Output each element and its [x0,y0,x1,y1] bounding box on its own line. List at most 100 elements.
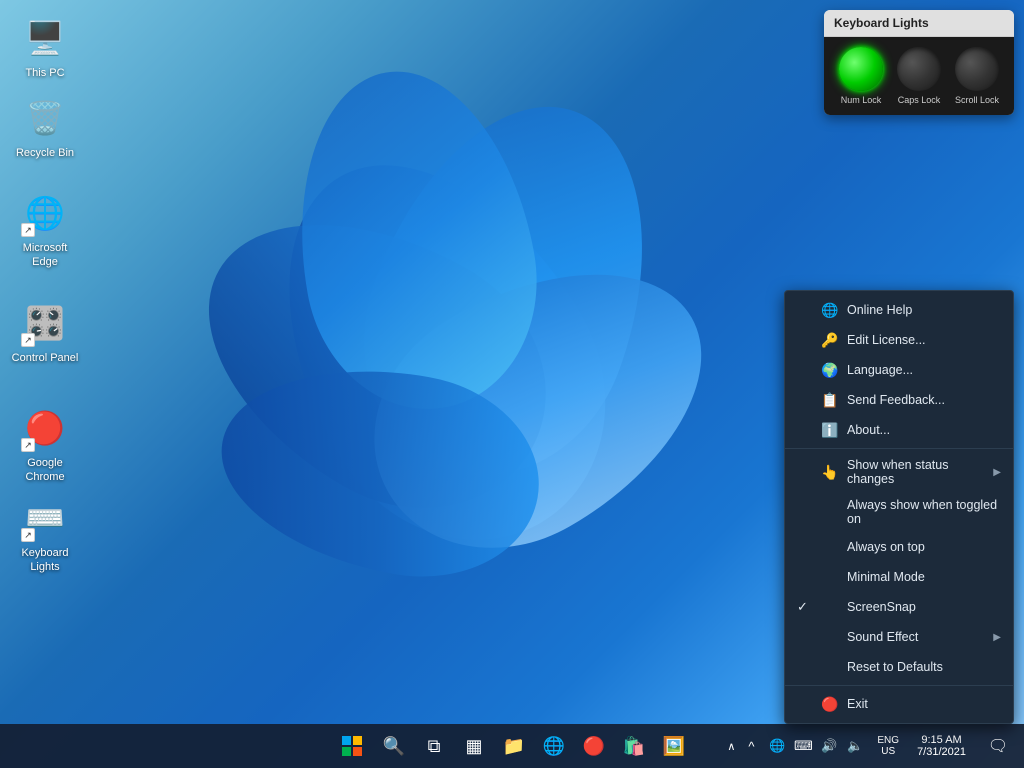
menu-label-always-on-top: Always on top [847,540,925,554]
menu-icon-always-show-when-toggled [821,503,839,521]
menu-label-screensnap: ScreenSnap [847,600,916,614]
light-circle-caps-lock [897,47,941,91]
light-item-scroll-lock: Scroll Lock [955,47,999,105]
taskbar-icon-store[interactable]: 🛍️ [616,728,652,764]
menu-submenu-arrow-show-when-status-changes: ▶ [993,467,1001,478]
desktop-icon-control-panel[interactable]: 🎛️↗ Control Panel [5,295,85,369]
menu-label-reset-to-defaults: Reset to Defaults [847,660,943,674]
icon-label-google-chrome: Google Chrome [9,456,81,485]
menu-icon-always-on-top [821,538,839,556]
language-region: US [881,746,895,757]
menu-label-online-help: Online Help [847,303,912,317]
menu-label-minimal-mode: Minimal Mode [847,570,925,584]
menu-item-online-help[interactable]: 🌐 Online Help [785,295,1013,325]
taskbar-right: ∧^ 🌐 ⌨ 🔊 🔈 ENG US 9:15 AM 7/31/2021 🗨 [725,724,1024,768]
menu-icon-minimal-mode [821,568,839,586]
menu-label-sound-effect: Sound Effect [847,630,918,644]
clock-area[interactable]: 9:15 AM 7/31/2021 [909,724,974,768]
desktop-icon-recycle-bin[interactable]: 🗑️Recycle Bin [5,90,85,164]
desktop-icon-microsoft-edge[interactable]: 🌐↗ Microsoft Edge [5,185,85,274]
menu-check-screensnap: ✓ [797,599,813,615]
taskbar-icon-search[interactable]: 🔍 [376,728,412,764]
menu-icon-about: ℹ️ [821,421,839,439]
icon-img-microsoft-edge: 🌐↗ [21,189,69,237]
menu-icon-reset-to-defaults [821,658,839,676]
shortcut-arrow-icon: ↗ [21,333,35,347]
taskbar-emoji-file-explorer: 📁 [503,736,525,757]
icon-img-control-panel: 🎛️↗ [21,299,69,347]
notification-button[interactable]: 🗨 [980,728,1016,764]
icon-label-keyboard-lights: Keyboard Lights [9,546,81,575]
icon-label-recycle-bin: Recycle Bin [16,146,74,160]
tray-icon-network[interactable]: 🌐 [765,730,789,762]
menu-item-sound-effect[interactable]: Sound Effect ▶ [785,622,1013,652]
menu-icon-exit: 🔴 [821,695,839,713]
menu-icon-edit-license: 🔑 [821,331,839,349]
taskbar-emoji-edge-taskbar: 🌐 [543,736,565,757]
icon-label-control-panel: Control Panel [12,351,79,365]
menu-icon-online-help: 🌐 [821,301,839,319]
taskbar-center: 🔍 ⧉ ▦ 📁 🌐 🔴 🛍️ 🖼️ [332,726,692,766]
menu-item-show-when-status-changes[interactable]: 👆Show when status changes▶ [785,452,1013,492]
menu-item-screensnap[interactable]: ✓ ScreenSnap [785,592,1013,622]
tray-emoji-audio: 🔊 [821,738,837,754]
taskbar-icon-photos[interactable]: 🖼️ [656,728,692,764]
menu-label-send-feedback: Send Feedback... [847,393,945,407]
taskbar-icon-edge-taskbar[interactable]: 🌐 [536,728,572,764]
menu-label-language: Language... [847,363,913,377]
menu-item-edit-license[interactable]: 🔑 Edit License... [785,325,1013,355]
menu-icon-language: 🌍 [821,361,839,379]
shortcut-arrow-icon: ↗ [21,223,35,237]
menu-icon-screensnap [821,598,839,616]
desktop: 🖥️This PC🗑️Recycle Bin🌐↗Microsoft Edge🎛️… [0,0,1024,768]
taskbar-emoji-task-view: ⧉ [428,736,441,757]
desktop-icon-keyboard-lights[interactable]: ⌨️↗Keyboard Lights [5,490,85,579]
menu-item-always-show-when-toggled[interactable]: Always show when toggled on [785,492,1013,532]
menu-item-language[interactable]: 🌍 Language... [785,355,1013,385]
taskbar-emoji-search: 🔍 [383,736,405,757]
tray-emoji-volume: 🔈 [847,738,863,754]
menu-item-minimal-mode[interactable]: Minimal Mode [785,562,1013,592]
light-label-caps-lock: Caps Lock [898,95,941,105]
light-item-num-lock: Num Lock [839,47,883,105]
language-indicator[interactable]: ENG US [873,724,903,768]
taskbar-icon-task-view[interactable]: ⧉ [416,728,452,764]
desktop-icon-google-chrome[interactable]: 🔴↗ Google Chrome [5,400,85,489]
light-label-num-lock: Num Lock [841,95,882,105]
tray-icon-audio[interactable]: 🔊 [817,730,841,762]
widget-title: Keyboard Lights [824,10,1014,37]
desktop-icon-this-pc[interactable]: 🖥️This PC [5,10,85,84]
menu-item-about[interactable]: ℹ️About... [785,415,1013,445]
menu-separator [785,685,1013,686]
windows-logo-icon [340,734,364,758]
menu-label-edit-license: Edit License... [847,333,926,347]
taskbar-icon-widgets[interactable]: ▦ [456,728,492,764]
clock-time: 9:15 AM [921,734,961,746]
menu-item-always-on-top[interactable]: Always on top [785,532,1013,562]
icon-img-google-chrome: 🔴↗ [21,404,69,452]
icon-label-microsoft-edge: Microsoft Edge [9,241,81,270]
tray-emoji-network: 🌐 [769,738,785,754]
taskbar-icon-file-explorer[interactable]: 📁 [496,728,532,764]
light-circle-scroll-lock [955,47,999,91]
taskbar-emoji-chrome-taskbar: 🔴 [583,736,605,757]
tray-icon-volume[interactable]: 🔈 [843,730,867,762]
menu-icon-sound-effect [821,628,839,646]
tray-icon-keyboard-lights-tray[interactable]: ⌨ [791,730,815,762]
taskbar-icon-chrome-taskbar[interactable]: 🔴 [576,728,612,764]
shortcut-arrow-icon: ↗ [21,438,35,452]
menu-submenu-arrow-sound-effect: ▶ [993,632,1001,643]
menu-item-send-feedback[interactable]: 📋Send Feedback... [785,385,1013,415]
taskbar-emoji-photos: 🖼️ [663,736,685,757]
tray-chevron-button[interactable]: ∧ [725,740,737,753]
icon-img-this-pc: 🖥️ [21,14,69,62]
start-button[interactable] [332,726,372,766]
system-tray: ∧^ 🌐 ⌨ 🔊 🔈 [725,724,867,768]
menu-label-exit: Exit [847,697,868,711]
menu-item-reset-to-defaults[interactable]: Reset to Defaults [785,652,1013,682]
context-menu: 🌐 Online Help 🔑 Edit License... 🌍 Language...… [784,290,1014,724]
background-decoration [100,50,800,730]
notification-icon: 🗨 [988,736,1008,756]
tray-icon-chevron[interactable]: ^ [739,730,763,762]
menu-item-exit[interactable]: 🔴 Exit [785,689,1013,719]
